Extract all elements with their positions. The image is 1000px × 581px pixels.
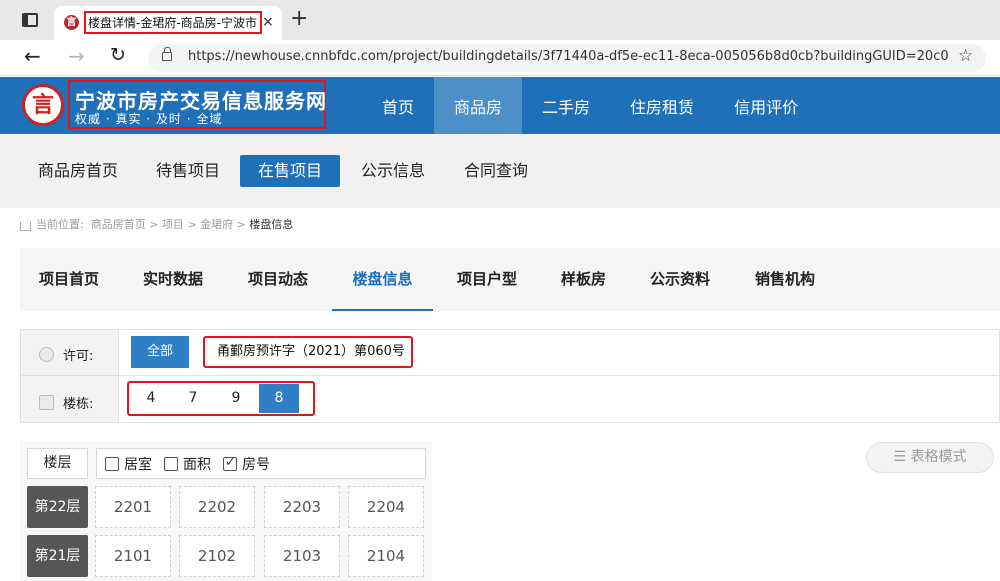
breadcrumb-link[interactable]: 项目 bbox=[162, 216, 184, 232]
home-icon bbox=[20, 221, 31, 231]
option-rooms-label: 居室 bbox=[124, 456, 152, 473]
checkbox-room-number[interactable] bbox=[223, 455, 237, 471]
project-tabs: 项目首页 实时数据 项目动态 楼盘信息 项目户型 样板房 公示资料 销售机构 bbox=[20, 248, 1000, 311]
option-area[interactable]: 面积 bbox=[164, 454, 211, 474]
main-nav-new-house[interactable]: 商品房 bbox=[434, 77, 523, 134]
permit-icon bbox=[39, 347, 54, 362]
main-nav: 首页 商品房 二手房 住房租赁 信用评价 bbox=[362, 77, 818, 134]
unit-cell[interactable]: 2103 bbox=[264, 535, 340, 577]
building-option-4[interactable]: 4 bbox=[131, 384, 171, 413]
building-filter-row: 楼栋: 4 7 9 8 bbox=[20, 375, 1000, 423]
option-rooms[interactable]: 居室 bbox=[105, 454, 152, 474]
add-favorite-icon[interactable]: ☆ bbox=[958, 46, 973, 66]
main-nav-rental[interactable]: 住房租赁 bbox=[610, 77, 714, 134]
building-option-8[interactable]: 8 bbox=[259, 384, 299, 413]
unit-cell[interactable]: 2203 bbox=[264, 486, 340, 528]
breadcrumb-separator: > bbox=[236, 217, 246, 231]
tab-show-flat[interactable]: 样板房 bbox=[561, 248, 606, 311]
permit-all-button[interactable]: 全部 bbox=[131, 336, 189, 368]
checkbox-area[interactable] bbox=[164, 456, 178, 471]
forward-button[interactable]: → bbox=[68, 44, 85, 68]
tab-actions-icon[interactable] bbox=[22, 13, 38, 27]
breadcrumb-link[interactable]: 金珺府 bbox=[200, 216, 233, 232]
unit-cell[interactable]: 2201 bbox=[95, 486, 171, 528]
unit-cell[interactable]: 2204 bbox=[348, 486, 424, 528]
main-nav-second-hand[interactable]: 二手房 bbox=[522, 77, 610, 134]
browser-tab[interactable]: 言 楼盘详情-金珺府-商品房-宁波市 × bbox=[54, 6, 282, 40]
permit-option[interactable]: 甬鄞房预许字（2021）第060号 bbox=[203, 336, 413, 368]
main-nav-credit[interactable]: 信用评价 bbox=[714, 77, 818, 134]
tab-public-docs[interactable]: 公示资料 bbox=[650, 248, 710, 311]
site-header: 言 宁波市房产交易信息服务网 权威 · 真实 · 及时 · 全域 首页 商品房 … bbox=[0, 77, 1000, 134]
option-room-number-label: 房号 bbox=[242, 456, 270, 473]
address-bar-row: ← → ↻ https://newhouse.cnnbfdc.com/proje… bbox=[0, 40, 1000, 76]
building-option-9[interactable]: 9 bbox=[216, 384, 256, 413]
sub-nav-announcements[interactable]: 公示信息 bbox=[343, 155, 443, 187]
close-tab-icon[interactable]: × bbox=[262, 14, 274, 30]
url-text: https://newhouse.cnnbfdc.com/project/bui… bbox=[188, 49, 948, 64]
checkbox-rooms[interactable] bbox=[105, 456, 119, 471]
display-options: 居室 面积 房号 bbox=[96, 448, 426, 479]
building-icon bbox=[39, 395, 54, 410]
tab-realtime-data[interactable]: 实时数据 bbox=[143, 248, 203, 311]
unit-cell[interactable]: 2202 bbox=[179, 486, 255, 528]
unit-cell[interactable]: 2104 bbox=[348, 535, 424, 577]
floor-label: 第22层 bbox=[27, 486, 88, 528]
tab-title: 楼盘详情-金珺府-商品房-宁波市 bbox=[84, 11, 262, 34]
tab-floor-plans[interactable]: 项目户型 bbox=[457, 248, 517, 311]
breadcrumb-link[interactable]: 商品房首页 bbox=[91, 216, 146, 232]
floor-label: 第21层 bbox=[27, 535, 88, 577]
unit-cell[interactable]: 2102 bbox=[179, 535, 255, 577]
permit-label: 许可: bbox=[63, 349, 94, 364]
reload-button[interactable]: ↻ bbox=[110, 44, 126, 66]
floor-header: 楼层 bbox=[27, 448, 88, 479]
breadcrumb: 当前位置: 商品房首页 > 项目 > 金珺府 > 楼盘信息 bbox=[20, 216, 293, 232]
breadcrumb-separator: > bbox=[149, 217, 159, 231]
breadcrumb-current: 楼盘信息 bbox=[249, 218, 294, 231]
tab-project-news[interactable]: 项目动态 bbox=[248, 248, 308, 311]
tab-building-info[interactable]: 楼盘信息 bbox=[332, 248, 433, 311]
table-mode-button[interactable]: ☰ 表格模式 bbox=[866, 442, 994, 473]
option-room-number[interactable]: 房号 bbox=[223, 454, 270, 474]
tab-project-home[interactable]: 项目首页 bbox=[39, 248, 99, 311]
permit-label-cell: 许可: bbox=[21, 330, 119, 375]
building-options: 4 7 9 8 bbox=[127, 381, 315, 416]
lock-icon[interactable] bbox=[162, 47, 172, 61]
building-label: 楼栋: bbox=[63, 397, 94, 412]
sub-nav-home[interactable]: 商品房首页 bbox=[20, 155, 136, 187]
site-logo-icon[interactable]: 言 bbox=[22, 84, 64, 126]
url-input[interactable]: https://newhouse.cnnbfdc.com/project/bui… bbox=[148, 44, 986, 72]
permit-filter-row: 许可: 全部 甬鄞房预许字（2021）第060号 bbox=[20, 329, 1000, 376]
tab-sales-agency[interactable]: 销售机构 bbox=[755, 248, 815, 311]
site-slogan: 权威 · 真实 · 及时 · 全域 bbox=[75, 112, 223, 126]
breadcrumb-prefix: 当前位置: bbox=[36, 218, 84, 231]
breadcrumb-separator: > bbox=[187, 217, 197, 231]
site-logo-text[interactable]: 宁波市房产交易信息服务网 权威 · 真实 · 及时 · 全域 bbox=[68, 80, 326, 129]
sub-nav-on-sale[interactable]: 在售项目 bbox=[240, 155, 341, 187]
sub-nav-contract-query[interactable]: 合同查询 bbox=[446, 155, 546, 187]
option-area-label: 面积 bbox=[183, 456, 211, 473]
new-tab-button[interactable]: + bbox=[290, 8, 308, 30]
sub-nav-pending[interactable]: 待售项目 bbox=[138, 155, 238, 187]
browser-tab-bar: 言 楼盘详情-金珺府-商品房-宁波市 × + bbox=[0, 0, 1000, 40]
unit-cell[interactable]: 2101 bbox=[95, 535, 171, 577]
sub-nav: 商品房首页 待售项目 在售项目 公示信息 合同查询 bbox=[0, 134, 1000, 208]
building-label-cell: 楼栋: bbox=[21, 376, 119, 422]
site-favicon-icon: 言 bbox=[64, 15, 79, 30]
building-option-7[interactable]: 7 bbox=[173, 384, 213, 413]
back-button[interactable]: ← bbox=[24, 44, 41, 68]
main-nav-home[interactable]: 首页 bbox=[362, 77, 434, 134]
floor-table: 楼层 居室 面积 房号 第22层 2201 2202 2203 2204 第21… bbox=[20, 441, 432, 581]
